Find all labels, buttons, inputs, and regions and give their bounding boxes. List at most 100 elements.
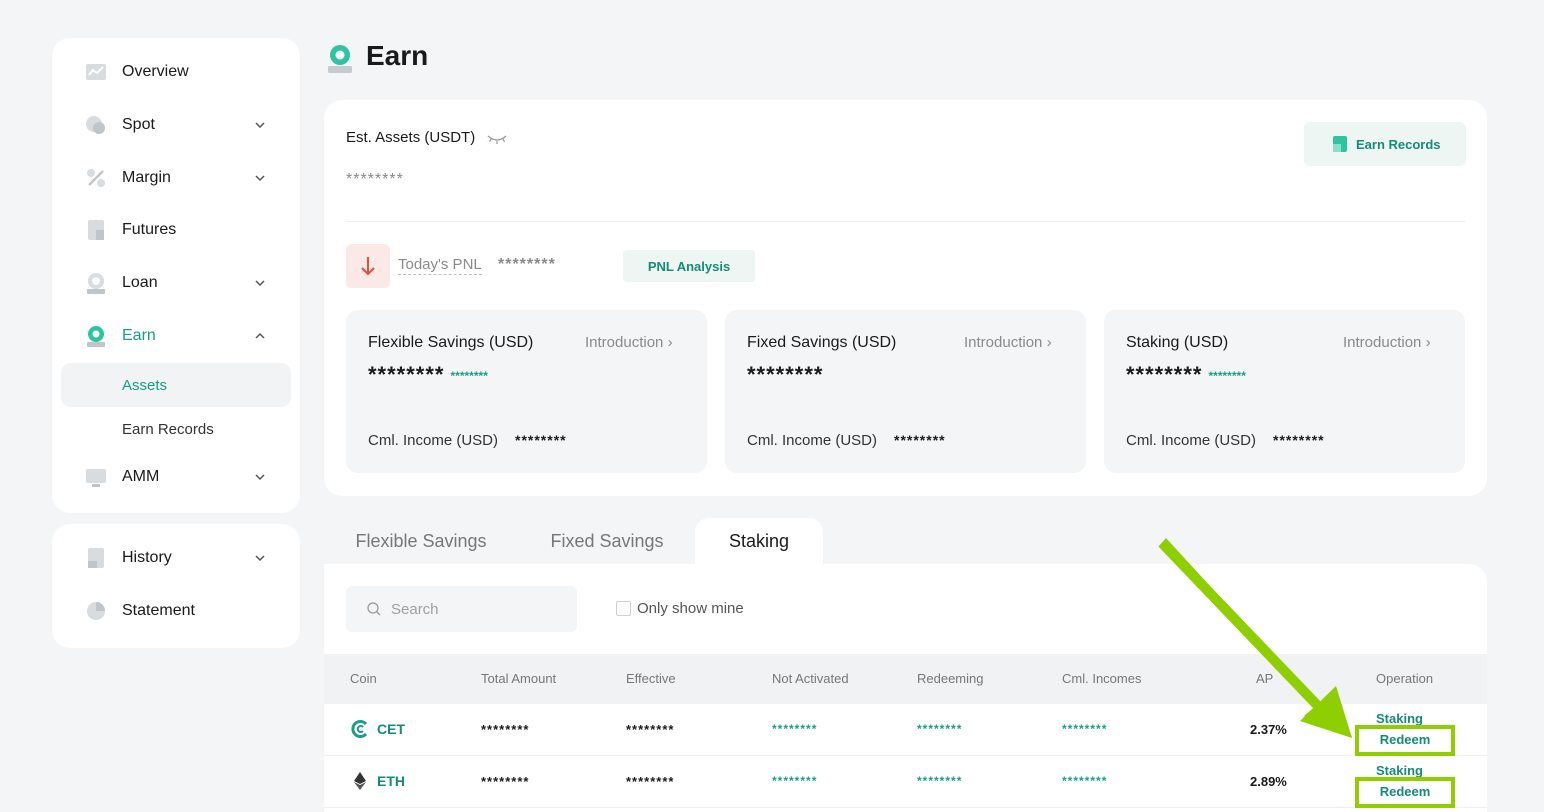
cml-incomes-amount: ******** <box>1062 722 1108 736</box>
column-header: AP <box>1256 671 1274 686</box>
earn-records-label: Earn Records <box>1356 136 1441 152</box>
sidebar-item-spot[interactable]: Spot <box>52 105 300 145</box>
earn-icon <box>87 326 105 347</box>
effective-amount: ******** <box>626 722 675 737</box>
arrow-down-icon <box>361 257 375 276</box>
page-title: Earn <box>366 40 429 71</box>
chevron-down-icon <box>255 280 265 287</box>
search-input[interactable] <box>391 600 561 618</box>
card-title: Staking (USD) <box>1126 334 1229 351</box>
introduction-link[interactable]: Introduction › <box>1343 334 1431 351</box>
sidebar-item-statement[interactable]: Statement <box>52 591 300 631</box>
search-box[interactable] <box>346 586 577 632</box>
cml-income-value: ******** <box>1273 432 1325 448</box>
divider <box>346 221 1465 222</box>
sidebar: Overview Spot Margin Futures Loan Earn A… <box>52 38 300 513</box>
earn-records-button[interactable]: Earn Records <box>1304 122 1466 166</box>
card-value-secondary: ******** <box>450 369 488 384</box>
loan-icon <box>87 273 105 294</box>
fixed-savings-card: Fixed Savings (USD) Introduction › *****… <box>725 310 1086 473</box>
sidebar-item-label: Overview <box>122 63 189 80</box>
column-header: Cml. Incomes <box>1062 671 1142 686</box>
apy-value: 2.37% <box>1250 722 1287 737</box>
sidebar-item-loan[interactable]: Loan <box>52 263 300 303</box>
monitor-icon <box>86 469 106 487</box>
sidebar-item-earn[interactable]: Earn <box>52 316 300 356</box>
earn-icon <box>328 45 352 73</box>
column-header: Redeeming <box>917 671 984 686</box>
introduction-label: Introduction <box>964 334 1043 351</box>
sidebar-subitem-earn-records[interactable]: Earn Records <box>61 407 291 451</box>
only-show-mine-toggle[interactable]: Only show mine <box>616 600 744 617</box>
staking-link[interactable]: Staking <box>1376 763 1423 778</box>
redeem-button[interactable]: Redeem <box>1355 725 1455 756</box>
chevron-down-icon <box>255 175 265 182</box>
cet-coin-icon <box>351 720 368 738</box>
tab-staking[interactable]: Staking <box>695 518 823 564</box>
est-assets-label: Est. Assets (USDT) <box>346 129 476 146</box>
card-value-main: ******** <box>1126 362 1203 387</box>
card-value: ******** ******** <box>368 362 488 388</box>
sidebar-item-label: History <box>122 549 172 566</box>
cml-incomes-amount: ******** <box>1062 774 1108 788</box>
coin-name: CET <box>377 721 405 737</box>
card-value: ******** ******** <box>1126 362 1246 388</box>
sidebar-item-label: Spot <box>122 116 155 133</box>
todays-pnl-label[interactable]: Today's PNL <box>398 256 482 275</box>
introduction-link[interactable]: Introduction › <box>585 334 673 351</box>
sidebar-item-amm[interactable]: AMM <box>52 457 300 497</box>
cml-income-value: ******** <box>515 432 567 448</box>
introduction-label: Introduction <box>585 334 664 351</box>
cml-income-label: Cml. Income (USD) <box>747 432 878 449</box>
card-value-secondary: ******** <box>1208 369 1246 384</box>
only-show-mine-checkbox[interactable] <box>616 601 631 616</box>
coin-link[interactable]: ETH <box>351 771 405 791</box>
total-amount: ******** <box>481 722 530 737</box>
sidebar-item-label: AMM <box>122 468 160 485</box>
sidebar-item-label: Earn <box>122 327 156 344</box>
assets-summary-card: Est. Assets (USDT) ******** Earn Records… <box>324 100 1487 496</box>
sidebar-item-margin[interactable]: Margin <box>52 158 300 198</box>
tab-fixed-savings[interactable]: Fixed Savings <box>523 518 691 564</box>
sidebar-subitem-assets[interactable]: Assets <box>61 363 291 407</box>
staking-table-card: Only show mine Coin Total Amount Effecti… <box>324 564 1487 812</box>
sidebar-item-label: Loan <box>122 274 158 291</box>
sidebar-item-label: Margin <box>122 169 171 186</box>
eye-closed-icon[interactable] <box>486 133 508 145</box>
document-icon <box>88 220 104 240</box>
column-header: Coin <box>350 671 377 686</box>
staking-card: Staking (USD) Introduction › ******** ***… <box>1104 310 1465 473</box>
redeem-button[interactable]: Redeem <box>1355 777 1455 808</box>
only-show-mine-label: Only show mine <box>637 600 744 617</box>
staking-link[interactable]: Staking <box>1376 711 1423 726</box>
table-row: ETH ******** ******** ******** ******** … <box>324 756 1487 808</box>
sidebar-item-history[interactable]: History <box>52 538 300 578</box>
pnl-analysis-button[interactable]: PNL Analysis <box>623 250 755 282</box>
pnl-down-indicator <box>346 244 390 288</box>
chevron-right-icon: › <box>1425 334 1431 351</box>
cml-income-value: ******** <box>894 432 946 448</box>
tab-flexible-savings[interactable]: Flexible Savings <box>337 518 505 564</box>
chart-icon <box>86 64 106 80</box>
card-value: ******** <box>747 362 824 388</box>
search-icon <box>367 602 381 616</box>
est-assets-value: ******** <box>346 171 404 188</box>
sidebar-item-label: Statement <box>122 602 195 619</box>
column-header: Not Activated <box>772 671 849 686</box>
redeeming-amount: ******** <box>917 774 963 788</box>
sidebar-item-label: Futures <box>122 221 177 238</box>
card-title: Flexible Savings (USD) <box>368 334 534 351</box>
cml-income-label: Cml. Income (USD) <box>1126 432 1257 449</box>
card-value-main: ******** <box>747 362 824 387</box>
introduction-link[interactable]: Introduction › <box>964 334 1052 351</box>
flexible-savings-card: Flexible Savings (USD) Introduction › **… <box>346 310 707 473</box>
introduction-label: Introduction <box>1343 334 1422 351</box>
not-activated-amount: ******** <box>772 722 818 736</box>
coin-link[interactable]: CET <box>351 719 405 739</box>
records-icon <box>1333 136 1347 152</box>
sidebar-item-futures[interactable]: Futures <box>52 210 300 250</box>
sidebar-item-overview[interactable]: Overview <box>52 52 300 92</box>
chevron-down-icon <box>255 555 265 562</box>
chevron-right-icon: › <box>667 334 673 351</box>
chevron-up-icon <box>255 332 265 339</box>
